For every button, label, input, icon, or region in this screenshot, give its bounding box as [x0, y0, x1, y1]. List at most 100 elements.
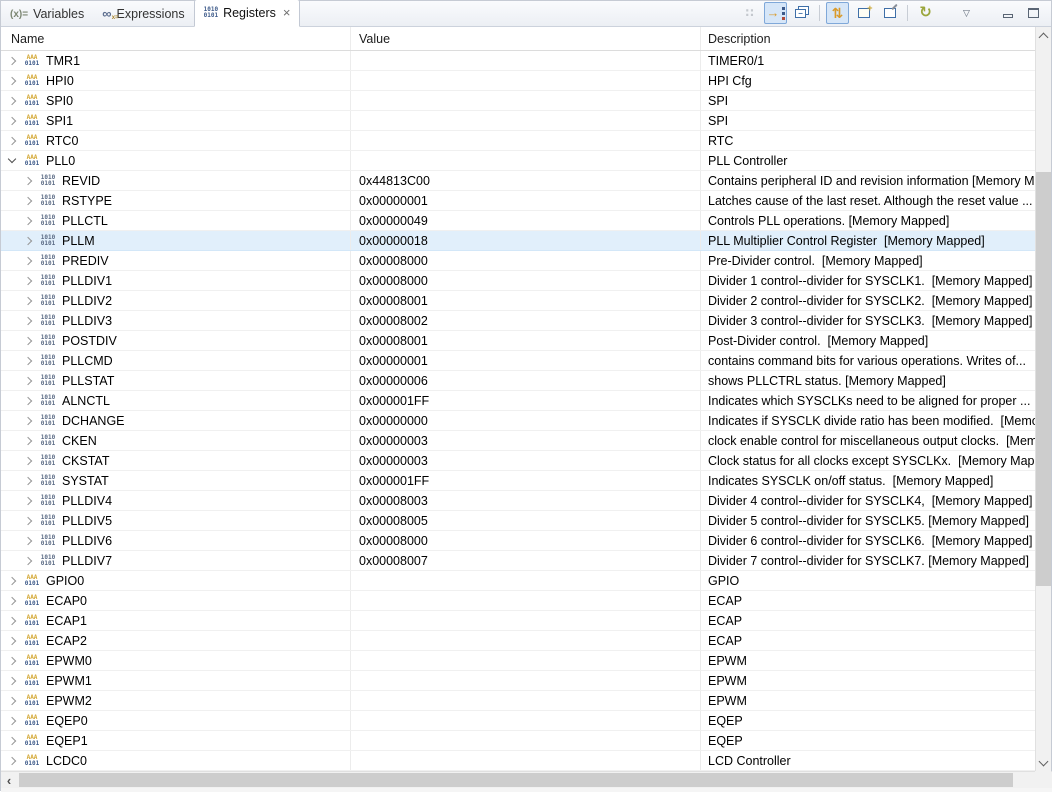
number-format-icon[interactable]: ∷	[738, 2, 761, 24]
register-value[interactable]: 0x00000001	[351, 191, 701, 210]
collapse-all-icon[interactable]: −	[790, 2, 813, 24]
table-row[interactable]: 1010 0101 REVID 0x44813C00 Contains peripher…	[1, 171, 1037, 191]
register-value[interactable]: 0x00008000	[351, 251, 701, 270]
table-row[interactable]: AAA 0101 HPI0 HPI Cfg	[1, 71, 1037, 91]
register-value[interactable]	[351, 691, 701, 710]
register-value[interactable]: 0x00008001	[351, 331, 701, 350]
expand-chevron-icon[interactable]	[23, 476, 33, 485]
register-value[interactable]: 0x00000001	[351, 351, 701, 370]
register-value[interactable]	[351, 651, 701, 670]
register-value[interactable]: 0x00008003	[351, 491, 701, 510]
expand-chevron-icon[interactable]	[7, 136, 17, 145]
table-row[interactable]: AAA 0101 EPWM2 EPWM	[1, 691, 1037, 711]
vertical-scrollbar[interactable]	[1035, 27, 1051, 771]
expand-chevron-icon[interactable]	[7, 756, 17, 765]
expand-chevron-icon[interactable]	[23, 376, 33, 385]
expand-chevron-icon[interactable]	[23, 356, 33, 365]
minimize-icon[interactable]	[996, 2, 1019, 24]
expand-chevron-icon[interactable]	[7, 576, 17, 585]
expand-chevron-icon[interactable]	[23, 556, 33, 565]
table-row[interactable]: 1010 0101 ALNCTL 0x000001FF Indicates which …	[1, 391, 1037, 411]
register-value[interactable]: 0x000001FF	[351, 471, 701, 490]
tab-registers[interactable]: 1010 0101 Registers ×	[193, 0, 301, 27]
expand-chevron-icon[interactable]	[23, 196, 33, 205]
expand-chevron-icon[interactable]	[23, 516, 33, 525]
register-value[interactable]	[351, 51, 701, 70]
scroll-left-icon[interactable]: ‹	[1, 772, 17, 788]
register-value[interactable]: 0x000001FF	[351, 391, 701, 410]
table-row[interactable]: AAA 0101 SPI1 SPI	[1, 111, 1037, 131]
register-value[interactable]	[351, 611, 701, 630]
table-row[interactable]: AAA 0101 EQEP1 EQEP	[1, 731, 1037, 751]
register-value[interactable]	[351, 751, 701, 770]
expand-chevron-icon[interactable]	[7, 616, 17, 625]
table-row[interactable]: AAA 0101 ECAP1 ECAP	[1, 611, 1037, 631]
close-icon[interactable]: ×	[283, 6, 291, 19]
register-value[interactable]	[351, 151, 701, 170]
register-value[interactable]: 0x00008007	[351, 551, 701, 570]
expand-chevron-icon[interactable]	[23, 396, 33, 405]
register-value[interactable]	[351, 111, 701, 130]
register-value[interactable]	[351, 711, 701, 730]
link-with-debug-view-icon[interactable]: →	[764, 2, 787, 24]
register-value[interactable]	[351, 591, 701, 610]
column-header-name[interactable]: Name	[1, 27, 351, 50]
expand-chevron-icon[interactable]	[7, 116, 17, 125]
expand-chevron-icon[interactable]	[7, 596, 17, 605]
column-header-description[interactable]: Description	[701, 27, 1037, 50]
table-row[interactable]: 1010 0101 CKEN 0x00000003 clock enable contr…	[1, 431, 1037, 451]
register-value[interactable]: 0x00000006	[351, 371, 701, 390]
table-row[interactable]: AAA 0101 EQEP0 EQEP	[1, 711, 1037, 731]
expand-chevron-icon[interactable]	[7, 96, 17, 105]
expand-chevron-icon[interactable]	[23, 216, 33, 225]
scroll-up-icon[interactable]	[1036, 27, 1051, 44]
expand-chevron-icon[interactable]	[23, 436, 33, 445]
register-value[interactable]: 0x00000003	[351, 431, 701, 450]
table-row[interactable]: 1010 0101 PLLDIV4 0x00008003 Divider 4 contr…	[1, 491, 1037, 511]
table-row[interactable]: 1010 0101 RSTYPE 0x00000001 Latches cause of…	[1, 191, 1037, 211]
expand-chevron-icon[interactable]	[7, 696, 17, 705]
register-value[interactable]: 0x00000049	[351, 211, 701, 230]
table-row[interactable]: AAA 0101 ECAP2 ECAP	[1, 631, 1037, 651]
expand-chevron-icon[interactable]	[7, 56, 17, 65]
view-menu-icon[interactable]: ▽	[955, 2, 978, 24]
register-value[interactable]	[351, 571, 701, 590]
register-value[interactable]: 0x00000000	[351, 411, 701, 430]
table-row[interactable]: 1010 0101 PLLCMD 0x00000001 contains command…	[1, 351, 1037, 371]
table-row[interactable]: 1010 0101 PLLCTL 0x00000049 Controls PLL ope…	[1, 211, 1037, 231]
expand-chevron-icon[interactable]	[23, 336, 33, 345]
table-row[interactable]: 1010 0101 PLLDIV7 0x00008007 Divider 7 contr…	[1, 551, 1037, 571]
scroll-down-icon[interactable]	[1036, 754, 1051, 771]
expand-chevron-icon[interactable]	[7, 76, 17, 85]
table-row[interactable]: 1010 0101 POSTDIV 0x00008001 Post-Divider co…	[1, 331, 1037, 351]
table-row[interactable]: 1010 0101 SYSTAT 0x000001FF Indicates SYSCLK…	[1, 471, 1037, 491]
register-value[interactable]: 0x00000018	[351, 231, 701, 250]
horizontal-scrollbar[interactable]: ‹ ›	[1, 771, 1052, 788]
table-row[interactable]: AAA 0101 GPIO0 GPIO	[1, 571, 1037, 591]
expand-chevron-icon[interactable]	[23, 316, 33, 325]
table-row[interactable]: 1010 0101 PLLDIV3 0x00008002 Divider 3 contr…	[1, 311, 1037, 331]
register-value[interactable]: 0x00008002	[351, 311, 701, 330]
register-value[interactable]: 0x00008000	[351, 531, 701, 550]
register-value[interactable]: 0x00000003	[351, 451, 701, 470]
expand-chevron-icon[interactable]	[23, 296, 33, 305]
table-row[interactable]: AAA 0101 PLL0 PLL Controller	[1, 151, 1037, 171]
table-row[interactable]: 1010 0101 PLLDIV6 0x00008000 Divider 6 contr…	[1, 531, 1037, 551]
register-value[interactable]: 0x44813C00	[351, 171, 701, 190]
table-row[interactable]: 1010 0101 DCHANGE 0x00000000 Indicates if SY…	[1, 411, 1037, 431]
register-value[interactable]	[351, 731, 701, 750]
expand-chevron-icon[interactable]	[23, 176, 33, 185]
register-value[interactable]	[351, 71, 701, 90]
table-row[interactable]: AAA 0101 RTC0 RTC	[1, 131, 1037, 151]
table-row[interactable]: 1010 0101 PLLDIV5 0x00008005 Divider 5 contr…	[1, 511, 1037, 531]
table-row[interactable]: 1010 0101 PLLDIV1 0x00008000 Divider 1 contr…	[1, 271, 1037, 291]
refresh-icon[interactable]: ↻	[914, 2, 937, 24]
expand-chevron-icon[interactable]	[7, 636, 17, 645]
table-row[interactable]: 1010 0101 PLLSTAT 0x00000006 shows PLLCTRL s…	[1, 371, 1037, 391]
vertical-scrollbar-thumb[interactable]	[1036, 172, 1051, 586]
expand-chevron-icon[interactable]	[23, 256, 33, 265]
register-value[interactable]	[351, 91, 701, 110]
expand-chevron-icon[interactable]	[7, 736, 17, 745]
expand-chevron-icon[interactable]	[23, 496, 33, 505]
expand-chevron-icon[interactable]	[23, 456, 33, 465]
